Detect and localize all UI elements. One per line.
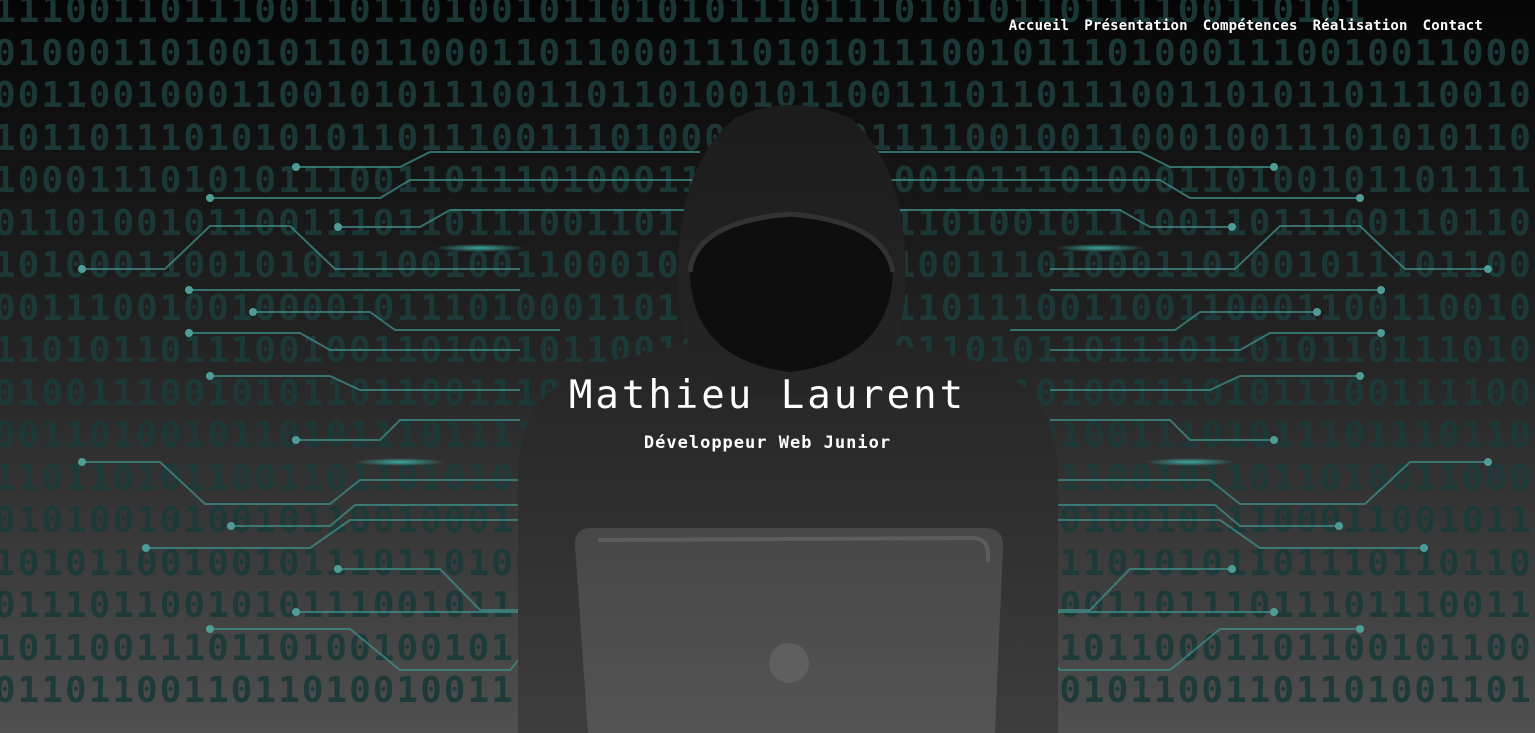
- nav-link-accueil[interactable]: Accueil: [1009, 18, 1069, 34]
- hero-subtitle: Développeur Web Junior: [643, 433, 892, 453]
- hooded-hacker-icon: [518, 105, 1058, 733]
- main-navigation: Accueil Présentation Compétences Réalisa…: [1009, 18, 1483, 34]
- nav-link-presentation[interactable]: Présentation: [1084, 18, 1188, 34]
- hero-section: 1110011011100110110100101101010111011101…: [0, 0, 1535, 733]
- nav-link-realisation[interactable]: Réalisation: [1313, 18, 1408, 34]
- hero-title: Mathieu Laurent: [568, 373, 967, 418]
- nav-link-competences[interactable]: Compétences: [1203, 18, 1298, 34]
- nav-link-contact[interactable]: Contact: [1423, 18, 1483, 34]
